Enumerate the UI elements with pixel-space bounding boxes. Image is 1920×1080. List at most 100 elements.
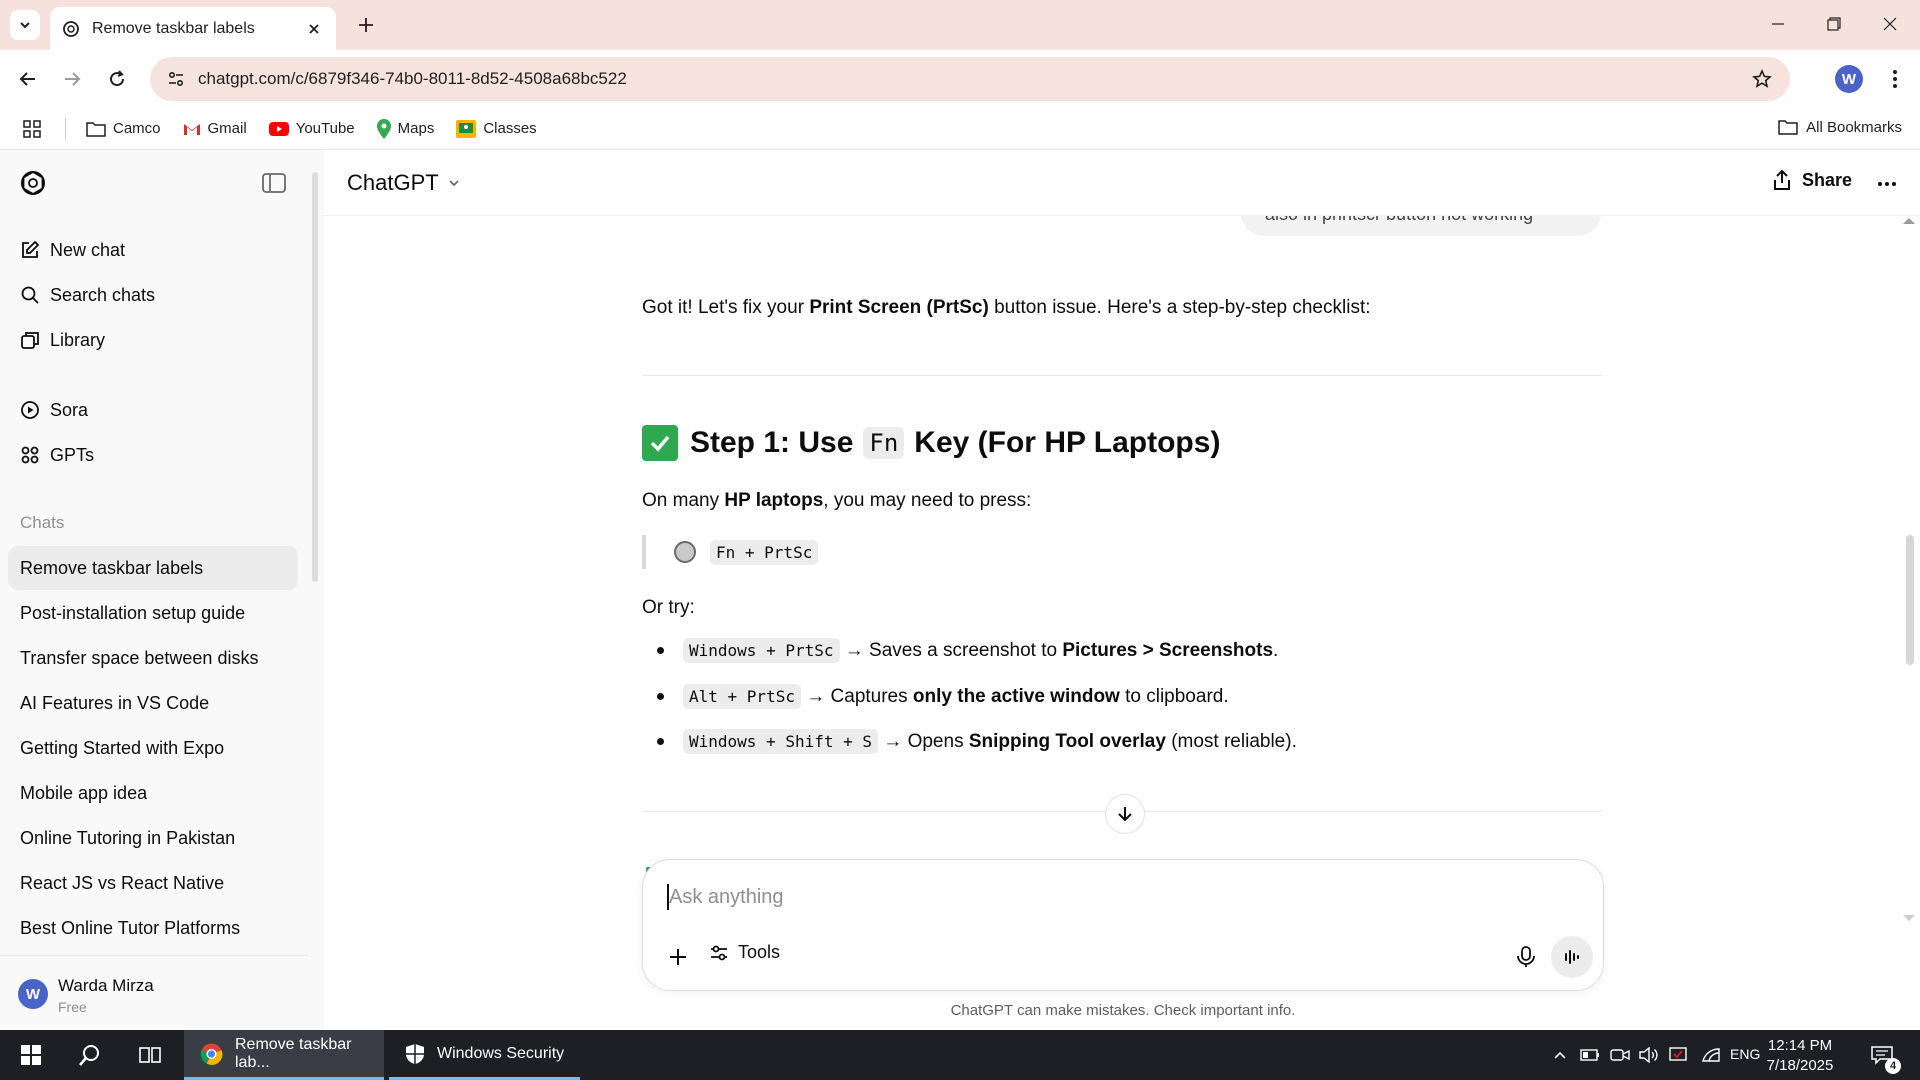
check-mark-icon bbox=[642, 425, 678, 461]
chatgpt-favicon-icon bbox=[63, 20, 79, 37]
sidebar-item-label: GPTs bbox=[50, 444, 95, 465]
blockquote: Fn + PrtSc bbox=[642, 535, 819, 569]
chat-item[interactable]: Post-installation setup guide bbox=[8, 591, 298, 635]
system-clock[interactable]: 12:14 PM 7/18/2025 bbox=[1752, 1036, 1848, 1076]
close-window-button[interactable] bbox=[1862, 0, 1918, 48]
minimize-button[interactable] bbox=[1750, 0, 1806, 48]
url-text[interactable]: chatgpt.com/c/6879f346-74b0-8011-8d52-45… bbox=[198, 69, 1742, 89]
browser-profile-avatar[interactable]: W bbox=[1835, 65, 1863, 93]
tab-search-button[interactable] bbox=[10, 10, 40, 40]
bold-span: Print Screen (PrtSc) bbox=[809, 297, 989, 318]
chat-item[interactable]: React JS vs React Native bbox=[8, 861, 298, 905]
bullet-dot bbox=[657, 647, 664, 654]
taskbar-search-button[interactable] bbox=[66, 1030, 114, 1080]
browser-toolbar: chatgpt.com/c/6879f346-74b0-8011-8d52-45… bbox=[0, 50, 1920, 108]
taskbar-app-windows-security[interactable]: Windows Security bbox=[389, 1030, 580, 1080]
back-button[interactable] bbox=[12, 63, 44, 95]
restore-button[interactable] bbox=[1806, 0, 1862, 48]
chrome-icon bbox=[200, 1042, 223, 1065]
bookmark-label: Maps bbox=[397, 120, 435, 137]
chat-item-active[interactable]: Remove taskbar labels bbox=[8, 546, 298, 590]
shortcut-code: Windows + PrtSc bbox=[683, 638, 840, 663]
reload-button[interactable] bbox=[101, 63, 133, 95]
task-view-button[interactable] bbox=[126, 1030, 174, 1080]
text-span: Got it! Let's fix your bbox=[642, 297, 810, 318]
divider bbox=[642, 375, 1602, 376]
volume-icon[interactable] bbox=[1637, 1030, 1661, 1080]
text-span: → Opens bbox=[878, 730, 969, 752]
share-button[interactable]: Share bbox=[1772, 169, 1852, 191]
arrow-right-icon bbox=[65, 72, 81, 86]
heading-key-code: Fn bbox=[863, 427, 905, 459]
apps-grid-icon[interactable] bbox=[22, 119, 49, 139]
heading-text: Step 1: Use bbox=[690, 426, 854, 459]
forward-button[interactable] bbox=[56, 63, 88, 95]
user-plan: Free bbox=[58, 999, 87, 1015]
wifi-icon[interactable] bbox=[1698, 1030, 1724, 1080]
attach-button[interactable] bbox=[661, 940, 695, 974]
openai-logo-icon[interactable] bbox=[18, 168, 48, 198]
sidebar-item-library[interactable]: Library bbox=[8, 319, 298, 361]
taskbar-app-chrome[interactable]: Remove taskbar lab... bbox=[184, 1030, 384, 1080]
bookmark-youtube[interactable]: YouTube bbox=[268, 120, 355, 137]
close-icon bbox=[1883, 17, 1897, 31]
plus-icon bbox=[670, 949, 686, 965]
voice-mode-button[interactable] bbox=[1551, 936, 1593, 978]
sidebar-item-gpts[interactable]: GPTs bbox=[8, 434, 298, 476]
sidebar-toggle-icon[interactable] bbox=[260, 170, 288, 196]
chat-item[interactable]: Mobile app idea bbox=[8, 771, 298, 815]
scroll-to-bottom-button[interactable] bbox=[1105, 794, 1145, 834]
more-vertical-icon bbox=[1893, 70, 1897, 88]
sidebar-scrollbar[interactable] bbox=[312, 172, 318, 582]
model-picker[interactable]: ChatGPT bbox=[347, 170, 461, 196]
address-bar[interactable]: chatgpt.com/c/6879f346-74b0-8011-8d52-45… bbox=[150, 57, 1790, 101]
clock-date: 7/18/2025 bbox=[1766, 1057, 1834, 1074]
shortcut-code: Windows + Shift + S bbox=[683, 729, 879, 754]
shortcut-code: Alt + PrtSc bbox=[683, 684, 801, 709]
play-circle-icon bbox=[21, 401, 39, 419]
start-button[interactable] bbox=[8, 1030, 54, 1080]
tab-close-icon[interactable] bbox=[304, 19, 324, 39]
chat-item[interactable]: Transfer space between disks bbox=[8, 636, 298, 680]
tools-button[interactable]: Tools bbox=[709, 942, 780, 963]
notification-count-badge: 4 bbox=[1885, 1058, 1901, 1074]
bookmark-maps[interactable]: Maps bbox=[376, 118, 435, 139]
all-bookmarks-button[interactable]: All Bookmarks bbox=[1778, 118, 1902, 136]
site-info-icon[interactable] bbox=[158, 70, 194, 88]
sidebar-item-sora[interactable]: Sora bbox=[8, 389, 298, 431]
pencil-square-icon bbox=[22, 240, 40, 258]
prompt-input[interactable] bbox=[669, 880, 1469, 914]
scroll-down-arrow[interactable] bbox=[1903, 915, 1915, 921]
more-options-button[interactable] bbox=[1874, 174, 1900, 194]
show-hidden-icons-button[interactable] bbox=[1548, 1030, 1572, 1080]
folder-icon bbox=[1778, 120, 1798, 135]
grid-icon bbox=[21, 446, 39, 464]
main-panel: ChatGPT Share also in printscr button no… bbox=[324, 150, 1920, 1030]
chat-item[interactable]: AI Features in VS Code bbox=[8, 681, 298, 725]
taskbar-app-label: Remove taskbar lab... bbox=[234, 1035, 352, 1071]
bookmark-camco[interactable]: Camco bbox=[86, 120, 161, 138]
chat-item[interactable]: Getting Started with Expo bbox=[8, 726, 298, 770]
sidebar-item-new-chat[interactable]: New chat bbox=[8, 229, 298, 271]
share-label: Share bbox=[1802, 169, 1853, 190]
chat-item[interactable]: Online Tutoring in Pakistan bbox=[8, 816, 298, 860]
bookmark-gmail[interactable]: Gmail bbox=[183, 120, 247, 137]
browser-tab-active[interactable]: Remove taskbar labels bbox=[50, 7, 336, 50]
battery-icon[interactable] bbox=[1578, 1030, 1602, 1080]
main-scrollbar[interactable] bbox=[1906, 535, 1914, 665]
circle-icon bbox=[674, 541, 696, 563]
user-menu[interactable]: W Warda Mirza Free bbox=[0, 955, 308, 1030]
bookmark-classes[interactable]: Classes bbox=[456, 119, 537, 138]
sidebar-item-search-chats[interactable]: Search chats bbox=[8, 274, 298, 316]
list-item: Windows + PrtSc → Saves a screenshot to … bbox=[642, 638, 1278, 663]
step-heading: Step 1: Use Fn Key (For HP Laptops) bbox=[642, 425, 1220, 461]
meet-now-icon[interactable] bbox=[1608, 1030, 1632, 1080]
new-tab-button[interactable] bbox=[353, 12, 379, 38]
browser-menu-button[interactable] bbox=[1880, 63, 1910, 95]
scroll-up-arrow[interactable] bbox=[1903, 218, 1915, 224]
security-status-icon[interactable] bbox=[1666, 1030, 1692, 1080]
dictate-button[interactable] bbox=[1509, 940, 1543, 974]
chat-item[interactable]: Best Online Tutor Platforms bbox=[8, 906, 298, 950]
bookmark-star-icon[interactable] bbox=[1742, 69, 1782, 89]
press-paragraph: On many HP laptops, you may need to pres… bbox=[642, 487, 1031, 515]
